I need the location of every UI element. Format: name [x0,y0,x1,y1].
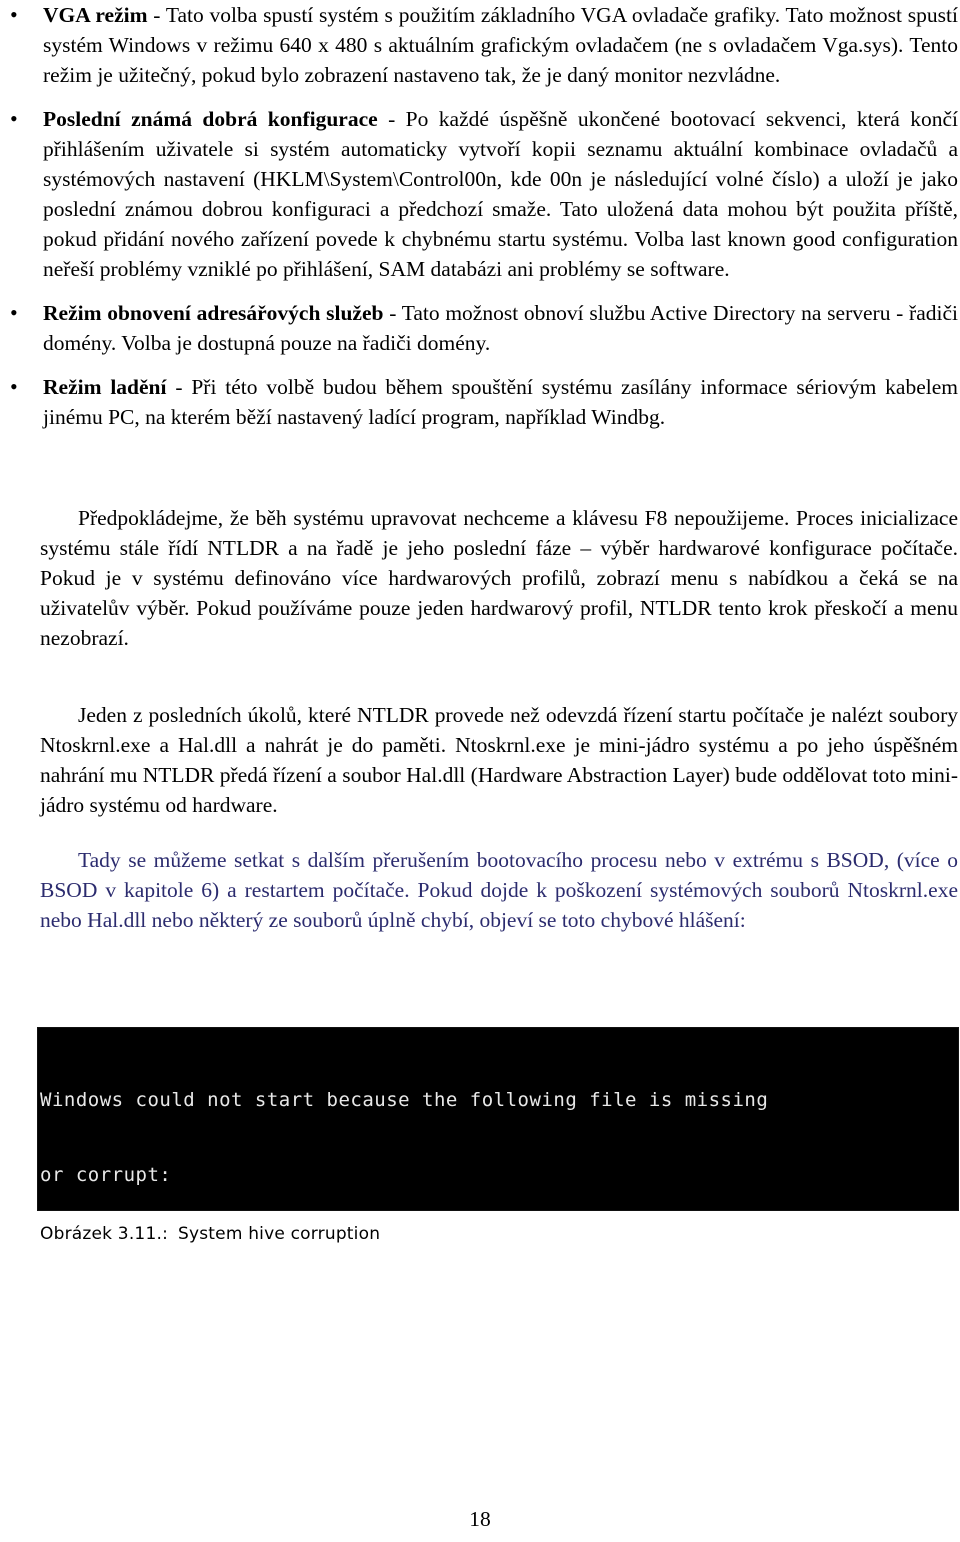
list-item: • Poslední známá dobrá konfigurace - Po … [0,104,960,284]
terminal-text-block: Windows could not start because the foll… [40,1038,768,1210]
list-item: • Režim obnovení adresářových služeb - T… [0,298,960,358]
bullet-point-icon: • [10,300,18,325]
list-item-body: Režim obnovení adresářových služeb - Tat… [43,298,960,358]
list-item-dash: - [377,107,406,131]
paragraph-f8-hardware-profile: Předpokládejme, že běh systému upravovat… [40,506,958,650]
paragraph-bsod-warning: Tady se můžeme setkat s dalším přerušení… [40,848,958,932]
list-item: • VGA režim - Tato volba spustí systém s… [0,0,960,90]
page-number: 18 [469,1507,491,1531]
list-item-dash: - [166,375,192,399]
document-page: • VGA režim - Tato volba spustí systém s… [0,0,960,1542]
terminal-line: or corrupt: [40,1164,172,1186]
list-item-body: VGA režim - Tato volba spustí systém s p… [43,0,960,90]
bullet-point-icon: • [10,2,18,27]
list-item-dash: - [147,3,166,27]
figure-caption-text: System hive corruption [178,1224,381,1244]
list-item-body: Režim ladění - Při této volbě budou běhe… [43,372,960,432]
terminal-line: Windows could not start because the foll… [40,1089,769,1111]
figure-caption: Obrázek 3.11.: System hive corruption [40,1222,380,1246]
list-item-body: Poslední známá dobrá konfigurace - Po ka… [43,104,960,284]
paragraph-ntldr-kernel-load: Jeden z posledních úkolů, které NTLDR pr… [40,703,958,817]
boot-options-bullet-list: • VGA režim - Tato volba spustí systém s… [0,0,960,441]
figure-caption-label: Obrázek 3.11.: [40,1224,168,1244]
list-item: • Režim ladění - Při této volbě budou bě… [0,372,960,432]
list-item-term: Poslední známá dobrá konfigurace [43,107,378,131]
list-item-text: Tato volba spustí systém s použitím zákl… [43,3,958,87]
list-item-term: Režim ladění [43,375,167,399]
system-hive-corruption-screenshot: Windows could not start because the foll… [38,1028,958,1210]
list-item-dash: - [383,301,402,325]
list-item-term: Režim obnovení adresářových služeb [43,301,384,325]
list-item-text: Po každé úspěšně ukončené bootovací sekv… [43,107,958,281]
list-item-term: VGA režim [43,3,148,27]
bullet-point-icon: • [10,374,18,399]
bullet-point-icon: • [10,106,18,131]
